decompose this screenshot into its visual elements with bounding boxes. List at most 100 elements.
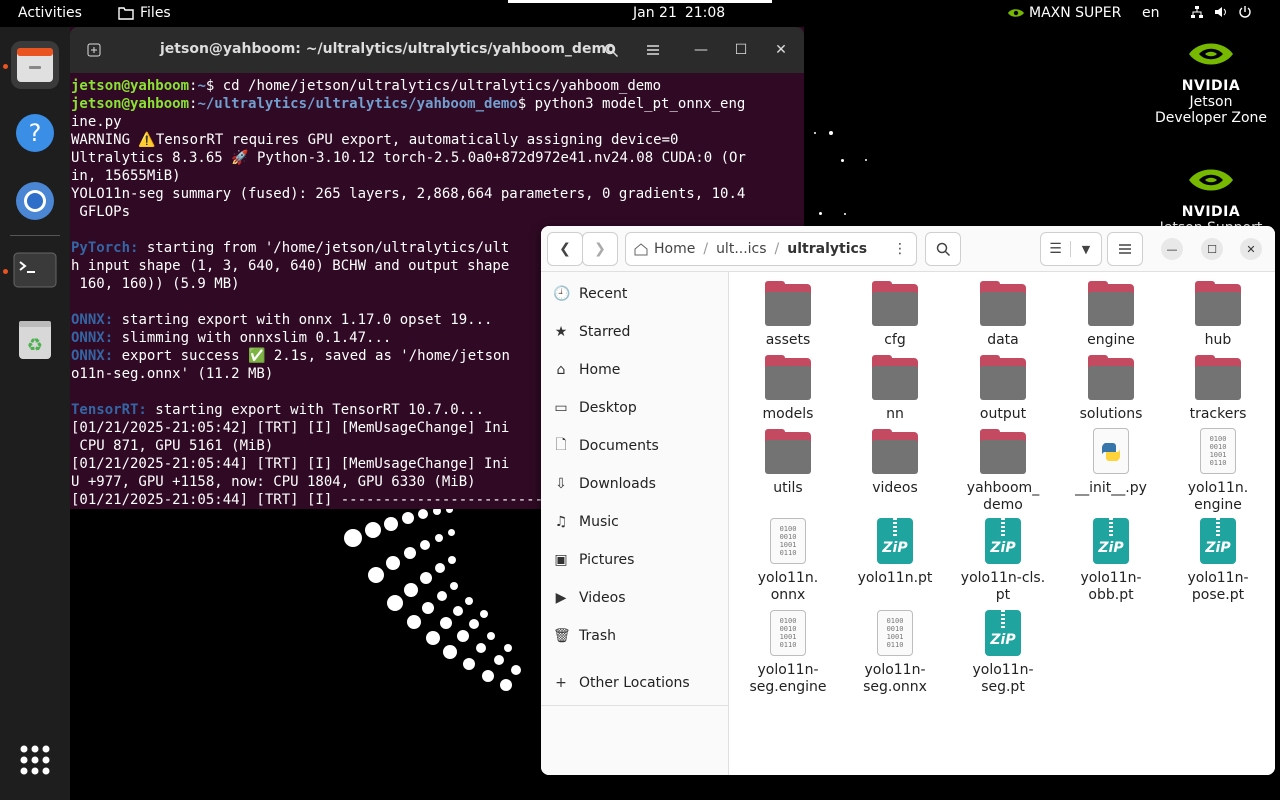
zip-archive-icon: ZiP [871, 518, 919, 566]
files-menu-button[interactable] [1107, 232, 1143, 266]
file-grid[interactable]: assets cfg data engine hub models nn output solu… [730, 272, 1275, 775]
file-item[interactable]: 0100 0010 1001 0110 yolo11n- seg.onnx [841, 610, 949, 696]
folder-icon [979, 354, 1027, 402]
files-minimize-button[interactable]: — [1161, 238, 1183, 260]
videos-icon: ▶ [555, 590, 567, 606]
terminal-minimize-button[interactable]: — [685, 35, 717, 65]
dock-chromium[interactable] [11, 177, 59, 225]
path-home-label: Home [654, 241, 696, 257]
terminal-close-button[interactable]: ✕ [765, 35, 797, 65]
folder-item[interactable]: utils [734, 428, 842, 497]
wallpaper-dot [511, 665, 521, 675]
folder-item[interactable]: engine [1057, 280, 1165, 349]
wallpaper-dot [476, 643, 486, 653]
system-tray[interactable] [1190, 5, 1252, 19]
clock-icon: 🕘 [553, 286, 571, 302]
terminal-maximize-button[interactable]: ☐ [725, 35, 757, 65]
path-bar[interactable]: Home / ult...ics / ultralytics [625, 232, 917, 266]
file-item[interactable]: 0100 0010 1001 0110 yolo11n. engine [1164, 428, 1272, 514]
wallpaper-dot [465, 597, 473, 605]
power-icon [1239, 6, 1251, 18]
chevron-right-icon: ❯ [594, 241, 606, 257]
folder-item[interactable]: trackers [1164, 354, 1272, 423]
sidebar-item-recent[interactable]: 🕘 Recent [553, 284, 627, 304]
new-tab-button[interactable] [78, 35, 110, 65]
desktop-shortcut-label: Jetson Developer Zone [1154, 94, 1268, 126]
zip-archive-icon: ZiP [1087, 518, 1135, 566]
back-button[interactable]: ❮ [547, 232, 583, 266]
log-text: CPU 871, GPU 5161 (MiB) [71, 438, 274, 454]
path-menu-button[interactable]: ⋮ [886, 233, 914, 265]
log-text: [01/21/2025-21:05:44] [TRT] [I] --------… [71, 492, 544, 508]
path-current[interactable]: ultralytics [779, 241, 875, 257]
dock-help[interactable]: ? [11, 109, 59, 157]
forward-button[interactable]: ❯ [582, 232, 618, 266]
log-tag: ONNX: [71, 312, 114, 328]
input-language[interactable]: en [1142, 5, 1160, 21]
dock-files[interactable] [11, 41, 59, 89]
folder-item[interactable]: output [949, 354, 1057, 423]
file-item[interactable]: 0100 0010 1001 0110 yolo11n. onnx [734, 518, 842, 604]
activities-button[interactable]: Activities [18, 5, 82, 21]
path-home[interactable]: Home [626, 241, 703, 257]
sidebar-item-videos[interactable]: ▶ Videos [553, 588, 626, 608]
log-text: GFLOPs [71, 204, 131, 220]
item-name: output [979, 406, 1027, 422]
folder-item[interactable]: cfg [841, 280, 949, 349]
sidebar-item-other-locations[interactable]: + Other Locations [553, 673, 690, 693]
file-item[interactable]: ZiP yolo11n.pt [841, 518, 949, 587]
desktop-shortcut-developer-zone[interactable]: NVIDIA Jetson Developer Zone [1146, 34, 1276, 126]
desktop-shortcut-support[interactable]: NVIDIA Jetson Support [1146, 160, 1276, 236]
terminal-search-button[interactable] [595, 35, 627, 65]
power-mode-indicator[interactable]: MAXN SUPER [1007, 5, 1121, 21]
nvidia-brand: NVIDIA [1181, 204, 1241, 220]
file-item[interactable]: ZiP yolo11n-cls. pt [949, 518, 1057, 604]
sidebar-item-downloads[interactable]: ⇩ Downloads [553, 474, 656, 494]
folder-item[interactable]: assets [734, 280, 842, 349]
log-text: U +977, GPU +1158, now: CPU 1804, GPU 63… [71, 474, 476, 490]
files-maximize-button[interactable]: ☐ [1201, 238, 1223, 260]
path-segment[interactable]: ult...ics [708, 241, 774, 257]
log-tag: ONNX: [71, 348, 114, 364]
view-toggle[interactable]: ☰ ▼ [1040, 232, 1102, 266]
dock-terminal[interactable] [11, 246, 59, 294]
sidebar-item-trash[interactable]: 🗑 Trash [553, 626, 616, 646]
folder-item[interactable]: yahboom_ demo [949, 428, 1057, 514]
folder-item[interactable]: models [734, 354, 842, 423]
files-search-button[interactable] [925, 232, 961, 266]
file-item[interactable]: ZiP yolo11n- pose.pt [1164, 518, 1272, 604]
sidebar-item-documents[interactable]: 🗋 Documents [553, 436, 658, 456]
wallpaper-dot [420, 540, 430, 550]
item-name: engine [1087, 332, 1135, 348]
folder-item[interactable]: hub [1164, 280, 1272, 349]
files-close-button[interactable]: ✕ [1240, 238, 1262, 260]
sidebar-item-desktop[interactable]: ▭ Desktop [553, 398, 636, 418]
folder-item[interactable]: videos [841, 428, 949, 497]
dock-trash[interactable]: ♻ [11, 315, 59, 363]
sidebar-item-starred[interactable]: ★ Starred [553, 322, 631, 342]
terminal-menu-button[interactable] [637, 35, 669, 65]
wallpaper-dot [818, 211, 822, 215]
terminal-titlebar[interactable]: jetson@yahboom: ~/ultralytics/ultralytic… [70, 27, 804, 73]
log-text: slimming with onnxslim 0.1.47... [113, 330, 392, 346]
files-headerbar[interactable]: ❮ ❯ Home / ult...ics / ultralytics ⋮ ☰ ▼… [541, 226, 1275, 272]
file-item[interactable]: 0100 0010 1001 0110 yolo11n- seg.engine [734, 610, 842, 696]
clock[interactable]: Jan 21 21:08 [633, 5, 725, 21]
file-item[interactable]: __init__.py [1057, 428, 1165, 497]
folder-item[interactable]: data [949, 280, 1057, 349]
sidebar-item-home[interactable]: ⌂ Home [553, 360, 621, 380]
volume-icon [1215, 7, 1226, 17]
sidebar-item-music[interactable]: ♫ Music [553, 512, 619, 532]
app-menu[interactable]: Files [118, 5, 171, 21]
show-apps-button[interactable] [11, 736, 59, 784]
folder-item[interactable]: solutions [1057, 354, 1165, 423]
files-window[interactable]: ❮ ❯ Home / ult...ics / ultralytics ⋮ ☰ ▼… [541, 226, 1275, 775]
log-text: in, 15655MiB) [71, 168, 181, 184]
file-item[interactable]: ZiP yolo11n- obb.pt [1057, 518, 1165, 604]
prompt-user: jetson@yahboom [71, 78, 190, 94]
folder-icon [871, 280, 919, 328]
sidebar-item-pictures[interactable]: ▣ Pictures [553, 550, 634, 570]
file-item[interactable]: ZiP yolo11n- seg.pt [949, 610, 1057, 696]
sidebar-item-label: Trash [579, 628, 616, 644]
folder-item[interactable]: nn [841, 354, 949, 423]
